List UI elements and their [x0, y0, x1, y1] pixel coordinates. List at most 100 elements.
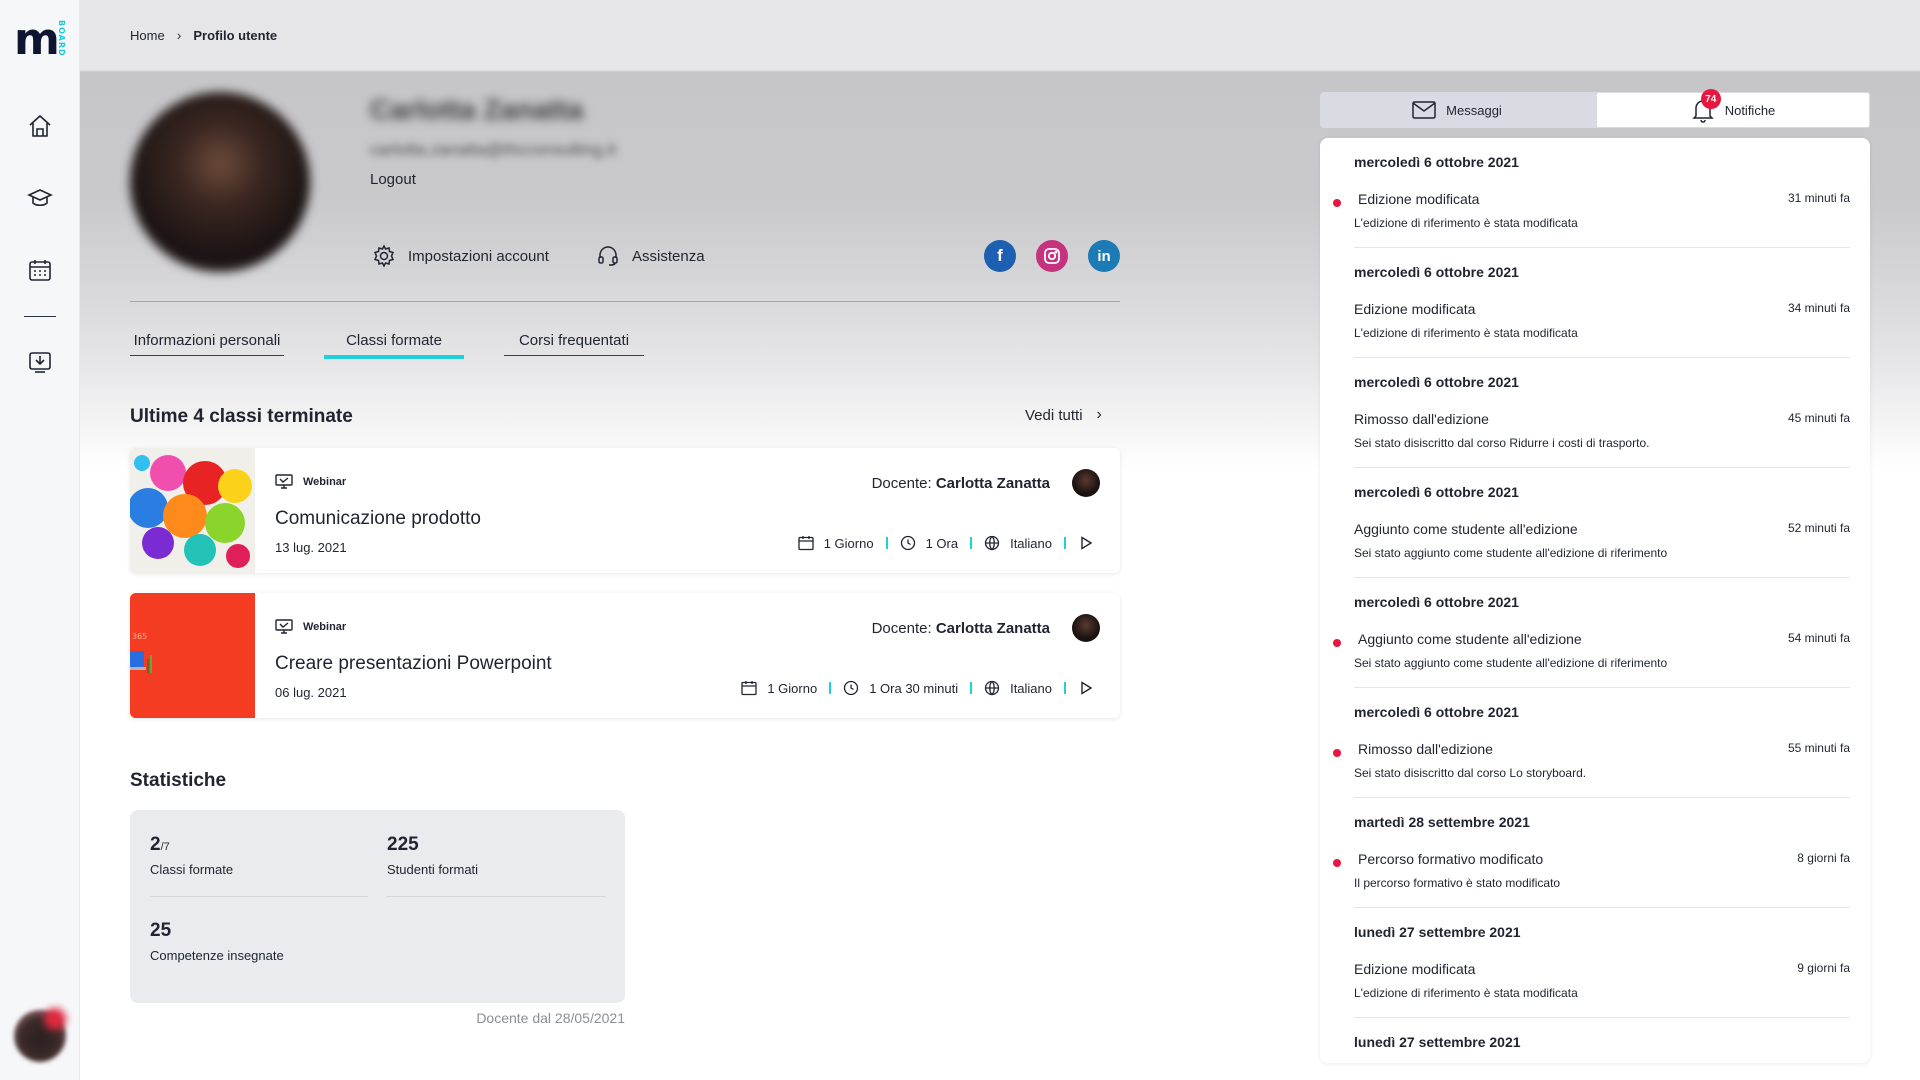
linkedin-icon[interactable]: in: [1088, 240, 1120, 272]
notification-day: martedì 28 settembre 2021: [1354, 814, 1530, 830]
notification-item[interactable]: martedì 28 settembre 2021 Percorso forma…: [1333, 798, 1850, 908]
meta-separator: [970, 682, 973, 694]
linkedin-glyph: in: [1097, 247, 1111, 265]
tab-personal-info[interactable]: Informazioni personali: [130, 332, 284, 356]
notification-subtitle: Il percorso formativo è stato modificato: [1354, 876, 1561, 890]
notification-title: Rimosso dall'edizione: [1354, 411, 1489, 427]
class-type-label: Webinar: [303, 476, 347, 488]
notification-subtitle: L'edizione di riferimento è stata modifi…: [1354, 986, 1578, 1000]
clock-icon: [900, 535, 915, 551]
profile-photo: [130, 92, 310, 272]
home-icon: [29, 114, 51, 137]
chevron-right-icon: ›: [1096, 406, 1102, 423]
graduation-cap-icon: [27, 189, 53, 207]
stats-divider: [387, 896, 605, 897]
notification-item[interactable]: mercoledì 6 ottobre 2021 Aggiunto come s…: [1333, 578, 1850, 688]
class-title: Comunicazione prodotto: [275, 508, 481, 529]
stat-students: 225 Studenti formati: [387, 834, 478, 877]
class-thumbnail: 365: [130, 593, 255, 718]
notification-subtitle: Sei stato disiscritto dal corso Lo story…: [1354, 766, 1587, 780]
thumbnail-text: 365: [132, 632, 147, 641]
unread-dot: [1333, 199, 1341, 207]
notification-item[interactable]: mercoledì 6 ottobre 2021 Edizione modifi…: [1333, 138, 1850, 248]
notification-day: lunedì 27 settembre 2021: [1354, 1034, 1521, 1050]
meta-separator: [829, 682, 832, 694]
clock-icon: [844, 680, 859, 696]
class-thumbnail: [130, 448, 255, 573]
tab-trained-classes[interactable]: Classi formate: [324, 332, 464, 359]
envelope-icon: [1412, 101, 1436, 119]
panel-tabs: Messaggi 74 Notifiche: [1320, 89, 1870, 128]
notification-subtitle: Sei stato aggiunto come studente all'edi…: [1354, 656, 1668, 670]
download-icon: [29, 352, 51, 373]
notification-item[interactable]: mercoledì 6 ottobre 2021 Rimosso dall'ed…: [1333, 688, 1850, 798]
notification-title: Edizione modificata: [1354, 961, 1476, 977]
stat-students-value: 225: [387, 834, 419, 855]
meta-separator: [1064, 537, 1066, 549]
notifications-list: mercoledì 6 ottobre 2021 Edizione modifi…: [1320, 138, 1870, 1063]
sidebar-item-downloads[interactable]: [24, 346, 56, 378]
meta-separator: [1064, 682, 1066, 694]
calendar-icon: [29, 260, 51, 281]
stat-skills-label: Competenze insegnate: [150, 948, 284, 963]
see-all-label: Vedi tutti: [1025, 406, 1083, 424]
notification-item[interactable]: lunedì 27 settembre 2021: [1354, 1018, 1850, 1063]
classes-section-title: Ultime 4 classi terminate: [130, 406, 353, 427]
class-hours: 1 Ora 30 minuti: [869, 680, 959, 696]
stat-classes-total: /7: [160, 841, 170, 853]
play-icon[interactable]: [1078, 535, 1094, 551]
class-card[interactable]: Webinar Comunicazione prodotto 13 lug. 2…: [130, 448, 1120, 573]
sidebar-item-home[interactable]: [24, 110, 56, 142]
notification-item[interactable]: mercoledì 6 ottobre 2021 Edizione modifi…: [1354, 248, 1850, 358]
webinar-icon: [275, 474, 293, 489]
support-link[interactable]: Assistenza: [596, 244, 705, 268]
stats-divider: [150, 896, 368, 897]
instagram-icon[interactable]: [1036, 240, 1068, 272]
notification-time: 54 minuti fa: [1787, 631, 1850, 645]
class-card[interactable]: 365 Webinar Creare presentazioni Powerpo…: [130, 593, 1120, 718]
tab-notifications[interactable]: 74 Notifiche: [1596, 89, 1870, 128]
stat-classes-label: Classi formate: [150, 862, 234, 877]
profile-email: carlotta.zanatta@thcconsulting.it: [370, 140, 616, 159]
instagram-glyph: [1044, 248, 1060, 264]
notification-time: 34 minuti fa: [1787, 301, 1850, 315]
play-icon[interactable]: [1078, 680, 1094, 696]
notification-subtitle: L'edizione di riferimento è stata modifi…: [1354, 326, 1578, 340]
tab-messages[interactable]: Messaggi: [1320, 92, 1594, 128]
notification-item[interactable]: mercoledì 6 ottobre 2021 Aggiunto come s…: [1354, 468, 1850, 578]
notification-day: mercoledì 6 ottobre 2021: [1354, 594, 1519, 610]
account-settings-label: Impostazioni account: [408, 247, 549, 265]
app-logo[interactable]: m BOARD: [14, 18, 66, 62]
notification-title: Aggiunto come studente all'edizione: [1354, 521, 1578, 537]
notifications-badge: 74: [1700, 89, 1721, 109]
unread-dot: [1333, 859, 1341, 867]
teacher-avatar: [1072, 469, 1100, 497]
globe-icon: [984, 535, 1000, 551]
logo-subtext: BOARD: [57, 20, 66, 57]
notification-item[interactable]: lunedì 27 settembre 2021 Edizione modifi…: [1354, 908, 1850, 1018]
logout-link[interactable]: Logout: [370, 171, 416, 188]
teacher-avatar: [1072, 614, 1100, 642]
gear-icon: [373, 244, 395, 268]
account-settings-link[interactable]: Impostazioni account: [372, 244, 549, 268]
notification-day: mercoledì 6 ottobre 2021: [1354, 264, 1519, 280]
breadcrumb-home[interactable]: Home: [130, 28, 165, 43]
see-all-link[interactable]: Vedi tutti ›: [1025, 406, 1102, 424]
teacher-name: Carlotta Zanatta: [935, 620, 1050, 637]
notification-day: mercoledì 6 ottobre 2021: [1354, 484, 1519, 500]
class-type-label: Webinar: [303, 621, 347, 633]
stat-classes-count: 2: [150, 834, 161, 855]
sidebar-item-calendar[interactable]: [24, 254, 56, 286]
teacher-name: Carlotta Zanatta: [935, 475, 1050, 492]
class-language: Italiano: [1010, 680, 1052, 696]
tab-attended-courses[interactable]: Corsi frequentati: [504, 332, 644, 356]
notification-subtitle: L'edizione di riferimento è stata modifi…: [1354, 216, 1578, 230]
notification-title: Edizione modificata: [1358, 191, 1480, 207]
facebook-glyph: f: [997, 246, 1003, 265]
facebook-icon[interactable]: f: [984, 240, 1016, 272]
sidebar-item-courses[interactable]: [24, 182, 56, 214]
breadcrumb-current: Profilo utente: [193, 27, 278, 43]
class-meta: 1 Giorno 1 Ora 30 minuti Italiano: [741, 680, 1094, 696]
notification-item[interactable]: mercoledì 6 ottobre 2021 Rimosso dall'ed…: [1354, 358, 1850, 468]
class-type: Webinar: [275, 619, 346, 635]
